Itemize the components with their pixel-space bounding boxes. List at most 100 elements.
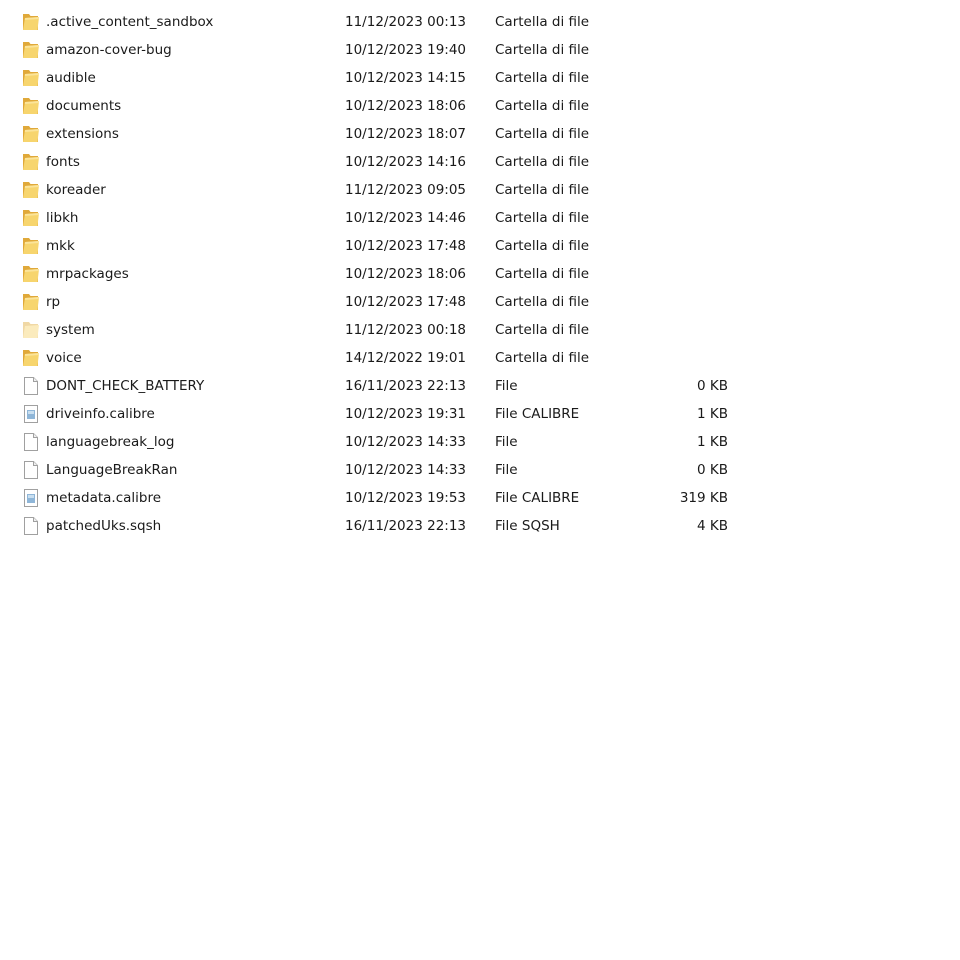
item-modified-date: 10/12/2023 19:31 [345,406,467,422]
item-size: 319 KB [679,490,728,506]
item-type: Cartella di file [495,266,590,282]
item-name: voice [46,350,82,366]
item-modified-date: 10/12/2023 17:48 [345,238,467,254]
folder-icon [22,208,40,228]
file-icon [22,460,40,480]
folder-row[interactable]: voice 14/12/2022 19:01 Cartella di file [0,344,960,372]
item-modified-date: 10/12/2023 18:06 [345,98,467,114]
item-modified-date: 11/12/2023 00:18 [345,322,467,338]
item-name: DONT_CHECK_BATTERY [46,378,205,394]
item-size: 0 KB [697,462,728,478]
folder-icon [22,152,40,172]
item-size: 4 KB [697,518,728,534]
folder-icon [22,40,40,60]
item-modified-date: 16/11/2023 22:13 [345,518,467,534]
item-name: audible [46,70,96,86]
item-type: Cartella di file [495,14,590,30]
folder-row[interactable]: amazon-cover-bug 10/12/2023 19:40 Cartella… [0,36,960,64]
item-size: 1 KB [697,434,728,450]
item-modified-date: 10/12/2023 18:07 [345,126,467,142]
folder-row[interactable]: extensions 10/12/2023 18:07 Cartella di fi… [0,120,960,148]
folder-icon [22,180,40,200]
item-type: File [495,434,518,450]
item-modified-date: 10/12/2023 19:40 [345,42,467,58]
item-type: Cartella di file [495,154,590,170]
item-modified-date: 10/12/2023 14:33 [345,434,467,450]
file-row[interactable]: languagebreak_log 10/12/2023 14:33 File 1 K… [0,428,960,456]
folder-icon [22,96,40,116]
calibre-file-icon [22,404,40,424]
file-row[interactable]: driveinfo.calibre 10/12/2023 19:31 File CA… [0,400,960,428]
folder-row[interactable]: mrpackages 10/12/2023 18:06 Cartella di fi… [0,260,960,288]
item-type: File CALIBRE [495,406,580,422]
folder-icon [22,124,40,144]
item-name: fonts [46,154,80,170]
item-type: File SQSH [495,518,560,534]
item-type: Cartella di file [495,70,590,86]
item-name: amazon-cover-bug [46,42,172,58]
item-modified-date: 10/12/2023 19:53 [345,490,467,506]
file-row[interactable]: metadata.calibre 10/12/2023 19:53 File CAL… [0,484,960,512]
folder-row[interactable]: rp 10/12/2023 17:48 Cartella di file [0,288,960,316]
item-type: Cartella di file [495,42,590,58]
folder-icon [22,292,40,312]
folder-row[interactable]: koreader 11/12/2023 09:05 Cartella di file [0,176,960,204]
calibre-file-icon [22,488,40,508]
file-icon [22,432,40,452]
item-modified-date: 11/12/2023 00:13 [345,14,467,30]
folder-icon [22,68,40,88]
folder-icon [22,236,40,256]
item-type: File [495,462,518,478]
item-type: Cartella di file [495,98,590,114]
item-name: koreader [46,182,106,198]
item-name: mrpackages [46,266,129,282]
folder-row[interactable]: libkh 10/12/2023 14:46 Cartella di file [0,204,960,232]
item-modified-date: 10/12/2023 14:16 [345,154,467,170]
item-modified-date: 10/12/2023 14:46 [345,210,467,226]
file-list: .active_content_sandbox 11/12/2023 00:13 C… [0,8,960,540]
folder-row[interactable]: documents 10/12/2023 18:06 Cartella di fil… [0,92,960,120]
folder-row[interactable]: system 11/12/2023 00:18 Cartella di file [0,316,960,344]
folder-row[interactable]: fonts 10/12/2023 14:16 Cartella di file [0,148,960,176]
item-modified-date: 10/12/2023 18:06 [345,266,467,282]
file-icon [22,376,40,396]
item-type: Cartella di file [495,238,590,254]
item-type: Cartella di file [495,126,590,142]
item-name: patchedUks.sqsh [46,518,162,534]
file-icon [22,516,40,536]
folder-row[interactable]: .active_content_sandbox 11/12/2023 00:13 C… [0,8,960,36]
item-type: File CALIBRE [495,490,580,506]
item-type: Cartella di file [495,350,590,366]
folder-row[interactable]: mkk 10/12/2023 17:48 Cartella di file [0,232,960,260]
file-row[interactable]: LanguageBreakRan 10/12/2023 14:33 File 0 KB [0,456,960,484]
item-name: .active_content_sandbox [46,14,214,30]
hidden-folder-icon [22,320,40,340]
file-row[interactable]: patchedUks.sqsh 16/11/2023 22:13 File SQSH… [0,512,960,540]
item-name: extensions [46,126,119,142]
item-modified-date: 16/11/2023 22:13 [345,378,467,394]
item-type: File [495,378,518,394]
folder-icon [22,264,40,284]
folder-icon [22,348,40,368]
item-modified-date: 14/12/2022 19:01 [345,350,467,366]
folder-icon [22,12,40,32]
item-modified-date: 10/12/2023 14:15 [345,70,467,86]
item-type: Cartella di file [495,294,590,310]
folder-row[interactable]: audible 10/12/2023 14:15 Cartella di file [0,64,960,92]
item-name: system [46,322,95,338]
file-row[interactable]: DONT_CHECK_BATTERY 16/11/2023 22:13 File 0 … [0,372,960,400]
item-name: mkk [46,238,75,254]
item-modified-date: 10/12/2023 14:33 [345,462,467,478]
item-modified-date: 11/12/2023 09:05 [345,182,467,198]
item-type: Cartella di file [495,322,590,338]
item-size: 0 KB [697,378,728,394]
item-name: libkh [46,210,79,226]
item-name: LanguageBreakRan [46,462,178,478]
item-name: languagebreak_log [46,434,175,450]
item-modified-date: 10/12/2023 17:48 [345,294,467,310]
item-name: driveinfo.calibre [46,406,155,422]
item-name: metadata.calibre [46,490,162,506]
item-size: 1 KB [697,406,728,422]
item-type: Cartella di file [495,210,590,226]
item-name: rp [46,294,61,310]
